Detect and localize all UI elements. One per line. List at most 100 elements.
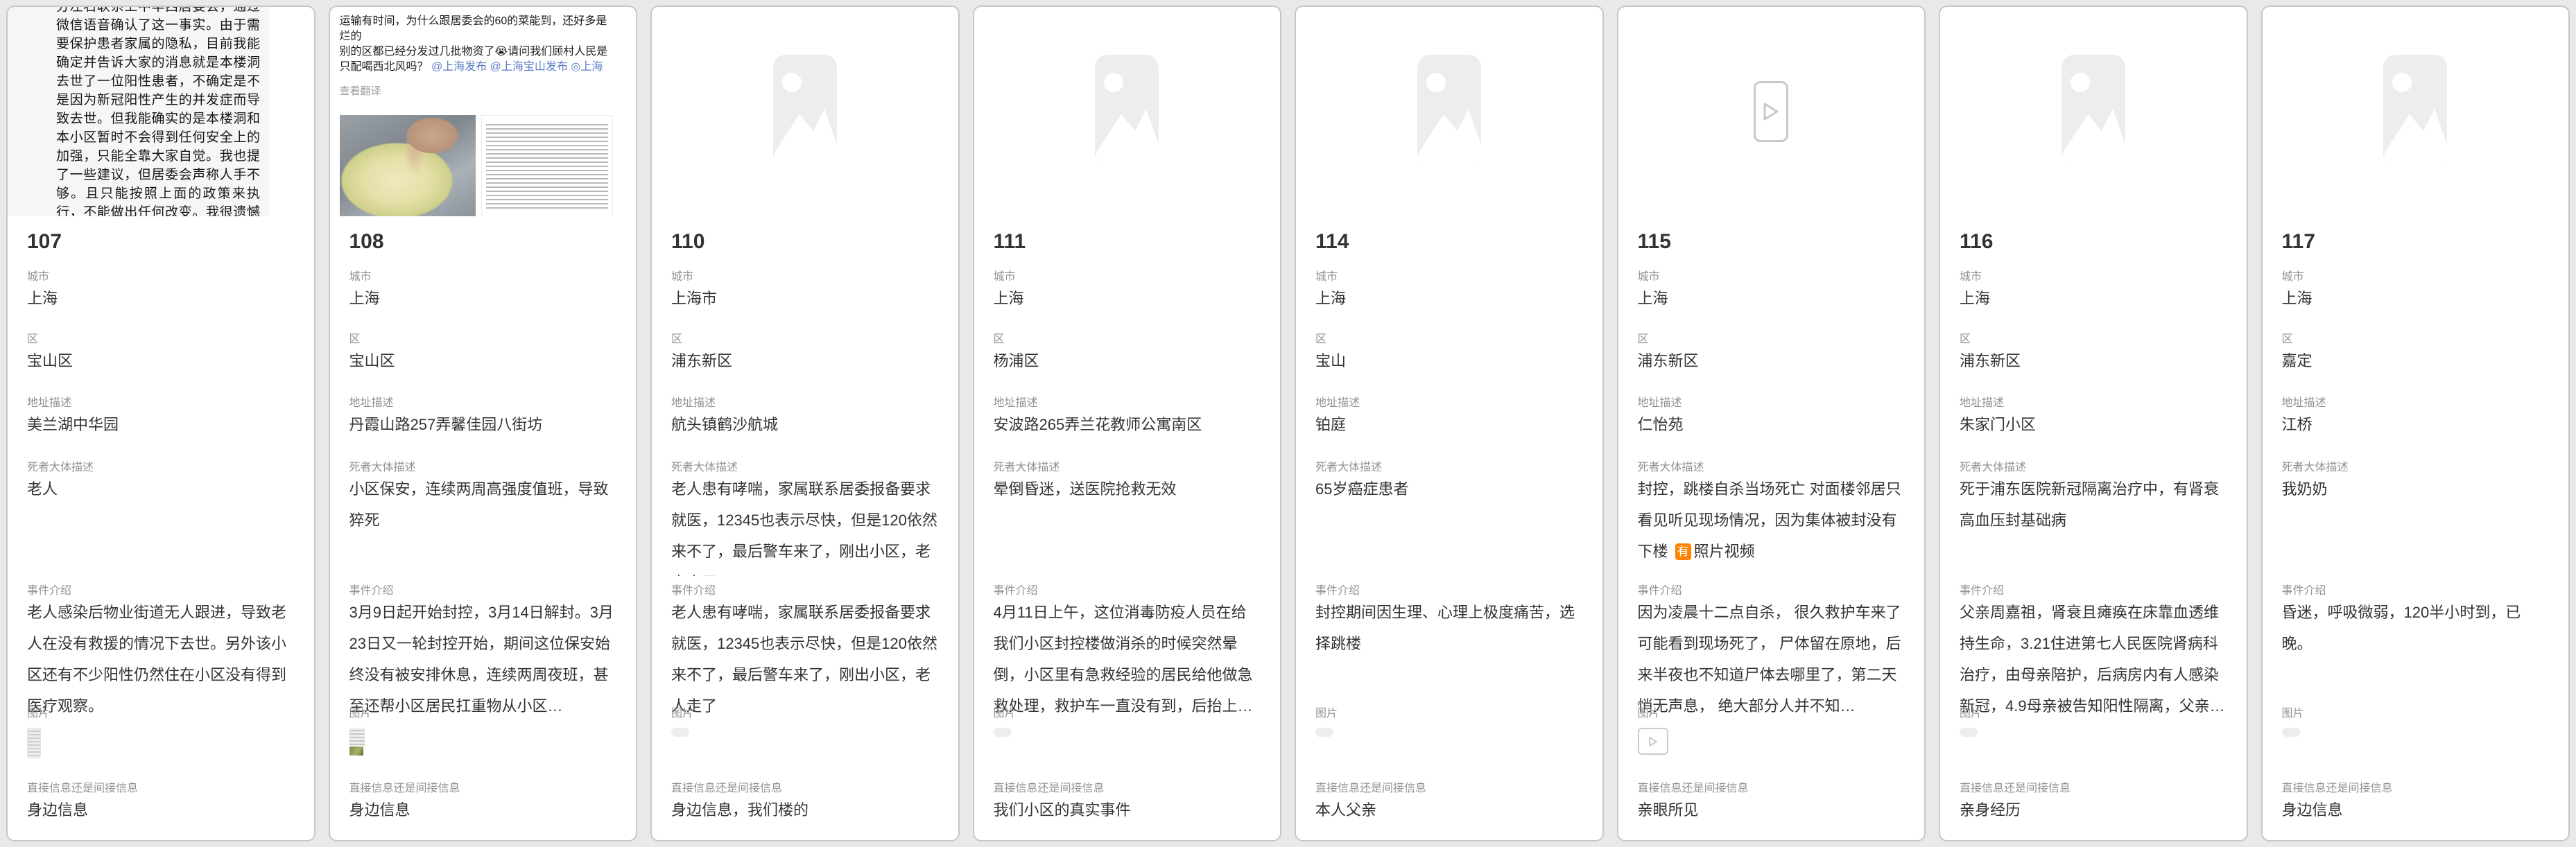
- field-label-deceased: 死者大体描述: [349, 461, 617, 475]
- case-card[interactable]: 116 城市 上海 区 浦东新区 地址描述 朱家门小区 死者大体描述 死于浦东医…: [1939, 6, 2248, 841]
- view-translation-label: 查看翻译: [340, 83, 617, 98]
- field-label-image: 图片: [27, 707, 295, 721]
- mention-link: ◎上海: [568, 61, 603, 73]
- field-value-direct-or-indirect: 我们小区的真实事件: [994, 794, 1261, 826]
- field-label-image: 图片: [1960, 707, 2227, 721]
- field-value-city: 上海: [27, 283, 295, 314]
- field-label-deceased: 死者大体描述: [1638, 461, 1905, 475]
- field-label-image: 图片: [671, 707, 939, 721]
- empty-image-pill: [1315, 728, 1333, 737]
- field-value-event: 3月9日起开始封控，3月14日解封。3月23日又一轮封控开始，期间这位保安始终没…: [349, 597, 617, 722]
- post-attached-images: [340, 115, 613, 216]
- attachment-thumbnail[interactable]: [994, 728, 1012, 737]
- mini-cabbage-image: [349, 746, 363, 756]
- field-label-city: 城市: [349, 270, 617, 284]
- field-label-address: 地址描述: [27, 396, 295, 410]
- attachment-thumbnail[interactable]: [349, 728, 365, 758]
- record-number: 116: [1960, 230, 1993, 254]
- field-value-direct-or-indirect: 身边信息: [2282, 794, 2550, 826]
- field-value-direct-or-indirect: 亲身经历: [1960, 794, 2227, 826]
- field-label-direct-or-indirect: 直接信息还是间接信息: [2282, 782, 2550, 796]
- field-value-event: 4月11日上午，这位消毒防疫人员在给我们小区封控楼做消杀的时候突然晕倒，小区里有…: [994, 597, 1261, 722]
- field-value-deceased: 65岁癌症患者: [1315, 473, 1583, 505]
- field-label-address: 地址描述: [1960, 396, 2227, 410]
- deceased-text: 65岁癌症患者: [1315, 480, 1408, 498]
- cover-text-screenshot: 分左右联系上中华西居委会，通过微信语音确认了这一事实。由于需要保护患者家属的隐私…: [8, 7, 270, 216]
- field-label-direct-or-indirect: 直接信息还是间接信息: [27, 782, 295, 796]
- case-card[interactable]: 117 城市 上海 区 嘉定 地址描述 江桥 死者大体描述 我奶奶 事件介绍 昏…: [2261, 6, 2570, 841]
- field-value-deceased: 封控，跳楼自杀当场死亡 对面楼邻居只看见听见现场情况，因为集体被封没有下楼 有照…: [1638, 473, 1905, 567]
- field-value-deceased: 我奶奶: [2282, 473, 2550, 505]
- card-cover-image: [1296, 7, 1602, 216]
- field-label-district: 区: [1960, 333, 2227, 347]
- field-value-deceased: 小区保安，连续两周高强度值班，导致猝死: [349, 473, 617, 536]
- field-value-direct-or-indirect: 身边信息，我们楼的: [671, 794, 939, 826]
- mini-photos-thumbnail: [349, 728, 365, 758]
- field-value-address: 丹霞山路257弄馨佳园八街坊: [349, 409, 617, 440]
- field-label-direct-or-indirect: 直接信息还是间接信息: [994, 782, 1261, 796]
- field-label-city: 城市: [1638, 270, 1905, 284]
- post-text-line: 别的区都已经分发过几批物资了😭请问我们顾村人民是只配喝西北风吗？ @上海发布 @…: [340, 44, 617, 75]
- deceased-text: 我奶奶: [2282, 480, 2328, 498]
- field-value-district: 浦东新区: [1960, 345, 2227, 376]
- field-label-event: 事件介绍: [2282, 584, 2550, 598]
- attachment-thumbnail[interactable]: [27, 728, 41, 758]
- field-value-address: 铂庭: [1315, 409, 1583, 440]
- field-value-deceased: 晕倒昏迷，送医院抢救无效: [994, 473, 1261, 505]
- field-label-deceased: 死者大体描述: [27, 461, 295, 475]
- field-label-district: 区: [2282, 333, 2550, 347]
- field-label-direct-or-indirect: 直接信息还是间接信息: [1638, 782, 1905, 796]
- field-value-district: 杨浦区: [994, 345, 1261, 376]
- field-label-address: 地址描述: [349, 396, 617, 410]
- field-value-event: 老人感染后物业街道无人跟进，导致老人在没有救援的情况下去世。另外该小区还有不少阳…: [27, 597, 295, 722]
- field-label-deceased: 死者大体描述: [2282, 461, 2550, 475]
- field-label-city: 城市: [994, 270, 1261, 284]
- case-card[interactable]: 110 城市 上海市 区 浦东新区 地址描述 航头镇鹤沙航城 死者大体描述 老人…: [650, 6, 960, 841]
- empty-image-pill: [2282, 728, 2300, 737]
- field-value-address: 航头镇鹤沙航城: [671, 409, 939, 440]
- field-value-address: 安波路265弄兰花教师公寓南区: [994, 409, 1261, 440]
- field-value-event: 老人患有哮喘，家属联系居委报备要求就医，12345也表示尽快，但是120依然来不…: [671, 597, 939, 722]
- card-cover-image: [2263, 7, 2569, 216]
- case-card[interactable]: 114 城市 上海 区 宝山 地址描述 铂庭 死者大体描述 65岁癌症患者 事件…: [1295, 6, 1604, 841]
- field-label-district: 区: [1315, 333, 1583, 347]
- card-cover-image: [1618, 7, 1925, 216]
- attachment-thumbnail[interactable]: [1638, 728, 1668, 755]
- record-number: 117: [2282, 230, 2315, 254]
- deceased-text: 晕倒昏迷，送医院抢救无效: [994, 480, 1177, 498]
- field-label-event: 事件介绍: [1638, 584, 1905, 598]
- deceased-text: 小区保安，连续两周高强度值班，导致猝死: [349, 480, 609, 529]
- field-label-image: 图片: [1315, 707, 1583, 721]
- image-placeholder-icon: [1095, 55, 1159, 168]
- field-label-city: 城市: [1960, 270, 2227, 284]
- case-card[interactable]: 分左右联系上中华西居委会，通过微信语音确认了这一事实。由于需要保护患者家属的隐私…: [6, 6, 315, 841]
- case-card[interactable]: 115 城市 上海 区 浦东新区 地址描述 仁怡苑 死者大体描述 封控，跳楼自杀…: [1617, 6, 1926, 841]
- field-value-direct-or-indirect: 身边信息: [27, 794, 295, 826]
- field-label-address: 地址描述: [2282, 396, 2550, 410]
- deceased-text: 老人患有哮喘，家属联系居委报备要求就医，12345也表示尽快，但是120依然来不…: [671, 480, 937, 576]
- deceased-text: 老人: [27, 480, 58, 498]
- attachment-thumbnail[interactable]: [671, 728, 689, 737]
- field-label-district: 区: [1638, 333, 1905, 347]
- attachment-thumbnail[interactable]: [2282, 728, 2300, 737]
- case-card[interactable]: 111 城市 上海 区 杨浦区 地址描述 安波路265弄兰花教师公寓南区 死者大…: [973, 6, 1282, 841]
- field-value-direct-or-indirect: 亲眼所见: [1638, 794, 1905, 826]
- attachment-thumbnail[interactable]: [1960, 728, 1978, 737]
- mention-link: @上海发布: [429, 61, 487, 73]
- mini-text-image: [349, 728, 365, 746]
- field-label-image: 图片: [349, 707, 617, 721]
- screenshot-text-content: 分左右联系上中华西居委会，通过微信语音确认了这一事实。由于需要保护患者家属的隐私…: [56, 7, 260, 216]
- field-label-event: 事件介绍: [1315, 584, 1583, 598]
- attachment-thumbnail[interactable]: [1315, 728, 1333, 737]
- field-value-address: 江桥: [2282, 409, 2550, 440]
- unreadable-text-lines: [486, 121, 608, 211]
- deceased-text: 死于浦东医院新冠隔离治疗中，有肾衰高血压封基础病: [1960, 480, 2219, 529]
- field-label-image: 图片: [2282, 707, 2550, 721]
- case-card[interactable]: 运输有时间，为什么跟居委会的60的菜能到，还好多是烂的 别的区都已经分发过几批物…: [329, 6, 638, 841]
- field-value-event: 因为凌晨十二点自杀， 很久救护车来了可能看到现场死了， 尸体留在原地，后来半夜也…: [1638, 597, 1905, 722]
- record-number: 111: [994, 230, 1026, 254]
- field-value-city: 上海: [994, 283, 1261, 314]
- field-value-city: 上海: [2282, 283, 2550, 314]
- empty-image-pill: [994, 728, 1012, 737]
- post-mentions: @上海发布 @上海宝山发布 ◎上海: [429, 61, 603, 73]
